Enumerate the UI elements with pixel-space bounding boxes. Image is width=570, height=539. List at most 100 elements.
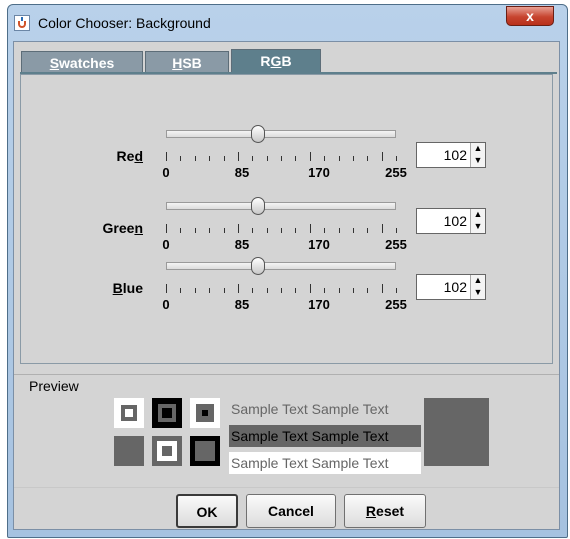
blue-tick-label: 170 — [308, 297, 330, 312]
tick-mark — [367, 228, 369, 233]
tick-mark — [194, 156, 196, 161]
spin-up-icon[interactable]: ▲ — [473, 209, 483, 220]
tick-mark — [352, 156, 354, 161]
tick-mark — [237, 152, 239, 161]
spin-down-icon[interactable]: ▼ — [473, 287, 483, 298]
tick-mark — [252, 228, 254, 233]
tick-mark — [309, 284, 311, 293]
tick-mark — [223, 156, 225, 161]
tick-mark — [223, 228, 225, 233]
tick-mark — [281, 288, 282, 293]
tick-mark — [266, 288, 268, 293]
tick-mark — [237, 224, 239, 233]
tab-swatches[interactable]: Swatches — [21, 51, 143, 73]
green-ticks — [166, 224, 398, 234]
green-spinner[interactable]: 102 ▲ ▼ — [416, 208, 486, 234]
tick-mark — [324, 228, 326, 233]
tick-mark — [209, 288, 211, 293]
sample-text-on-panel: Sample Text Sample Text — [231, 401, 389, 417]
preview-label: Preview — [29, 378, 79, 394]
red-value[interactable]: 102 — [444, 147, 467, 163]
blue-slider-thumb[interactable] — [251, 257, 265, 275]
tick-mark — [396, 288, 397, 293]
tick-mark — [194, 288, 196, 293]
preview-swatch — [114, 436, 144, 466]
tick-mark — [295, 156, 297, 161]
tick-mark — [309, 224, 311, 233]
tick-mark — [381, 284, 383, 293]
tick-mark — [338, 288, 340, 293]
preview-swatch — [190, 436, 220, 466]
tick-mark — [338, 156, 340, 161]
green-value[interactable]: 102 — [444, 213, 467, 229]
tick-mark — [381, 152, 383, 161]
green-slider[interactable] — [166, 202, 396, 210]
tick-mark — [266, 156, 268, 161]
window-title: Color Chooser: Background — [38, 15, 211, 31]
green-tick-label: 170 — [308, 237, 330, 252]
spin-up-icon[interactable]: ▲ — [473, 275, 483, 286]
green-label: Green — [102, 220, 143, 236]
tab-rgb[interactable]: RGB — [231, 49, 321, 73]
tick-mark — [367, 156, 369, 161]
tick-mark — [281, 228, 282, 233]
tick-mark — [352, 228, 354, 233]
sample-text-on-white: Sample Text Sample Text — [229, 452, 421, 474]
red-ticks — [166, 152, 398, 162]
tab-strip: Swatches HSB RGB — [21, 49, 561, 73]
red-slider-thumb[interactable] — [251, 125, 265, 143]
tick-mark — [252, 288, 254, 293]
tick-mark — [180, 156, 182, 161]
preview-swatch — [152, 436, 182, 466]
blue-slider[interactable] — [166, 262, 396, 270]
tick-mark — [166, 224, 167, 233]
spin-down-icon[interactable]: ▼ — [473, 221, 483, 232]
title-bar[interactable]: Color Chooser: Background x — [8, 5, 567, 41]
tick-mark — [266, 228, 268, 233]
tick-mark — [252, 156, 254, 161]
spin-up-icon[interactable]: ▲ — [473, 143, 483, 154]
tick-mark — [381, 224, 383, 233]
tick-mark — [281, 156, 282, 161]
green-tick-label: 85 — [234, 237, 250, 252]
blue-tick-label: 255 — [385, 297, 407, 312]
blue-value[interactable]: 102 — [444, 279, 467, 295]
red-slider[interactable] — [166, 130, 396, 138]
cancel-button[interactable]: Cancel — [246, 494, 336, 528]
spin-down-icon[interactable]: ▼ — [473, 155, 483, 166]
tick-mark — [309, 152, 311, 161]
tick-mark — [324, 156, 326, 161]
red-spinner[interactable]: 102 ▲ ▼ — [416, 142, 486, 168]
green-tick-label: 255 — [385, 237, 407, 252]
button-separator — [14, 487, 559, 488]
blue-ticks — [166, 284, 398, 294]
blue-label: Blue — [112, 280, 143, 296]
color-preview-swatch — [424, 398, 489, 466]
red-label: Red — [116, 148, 143, 164]
red-tick-label: 255 — [385, 165, 407, 180]
tab-hsb[interactable]: HSB — [145, 51, 229, 73]
preview-separator — [14, 374, 559, 375]
close-button[interactable]: x — [506, 6, 554, 26]
java-app-icon — [14, 15, 30, 31]
tick-mark — [180, 228, 182, 233]
tick-mark — [194, 228, 196, 233]
preview-swatch — [190, 398, 220, 428]
tick-mark — [295, 288, 297, 293]
tick-mark — [223, 288, 225, 293]
ok-button[interactable]: OK — [176, 494, 238, 528]
tick-mark — [166, 152, 167, 161]
sample-text-on-color: Sample Text Sample Text — [229, 425, 421, 447]
tick-mark — [352, 288, 354, 293]
blue-tick-label: 0 — [162, 297, 170, 312]
dialog-content: Swatches HSB RGB Red 0 85 170 255 102 ▲ ▼… — [13, 41, 560, 530]
red-tick-label: 170 — [308, 165, 330, 180]
preview-swatch — [114, 398, 144, 428]
tick-mark — [396, 156, 397, 161]
preview-swatch — [152, 398, 182, 428]
green-slider-thumb[interactable] — [251, 197, 265, 215]
blue-spinner[interactable]: 102 ▲ ▼ — [416, 274, 486, 300]
green-tick-label: 0 — [162, 237, 170, 252]
blue-tick-label: 85 — [234, 297, 250, 312]
reset-button[interactable]: Reset — [344, 494, 426, 528]
